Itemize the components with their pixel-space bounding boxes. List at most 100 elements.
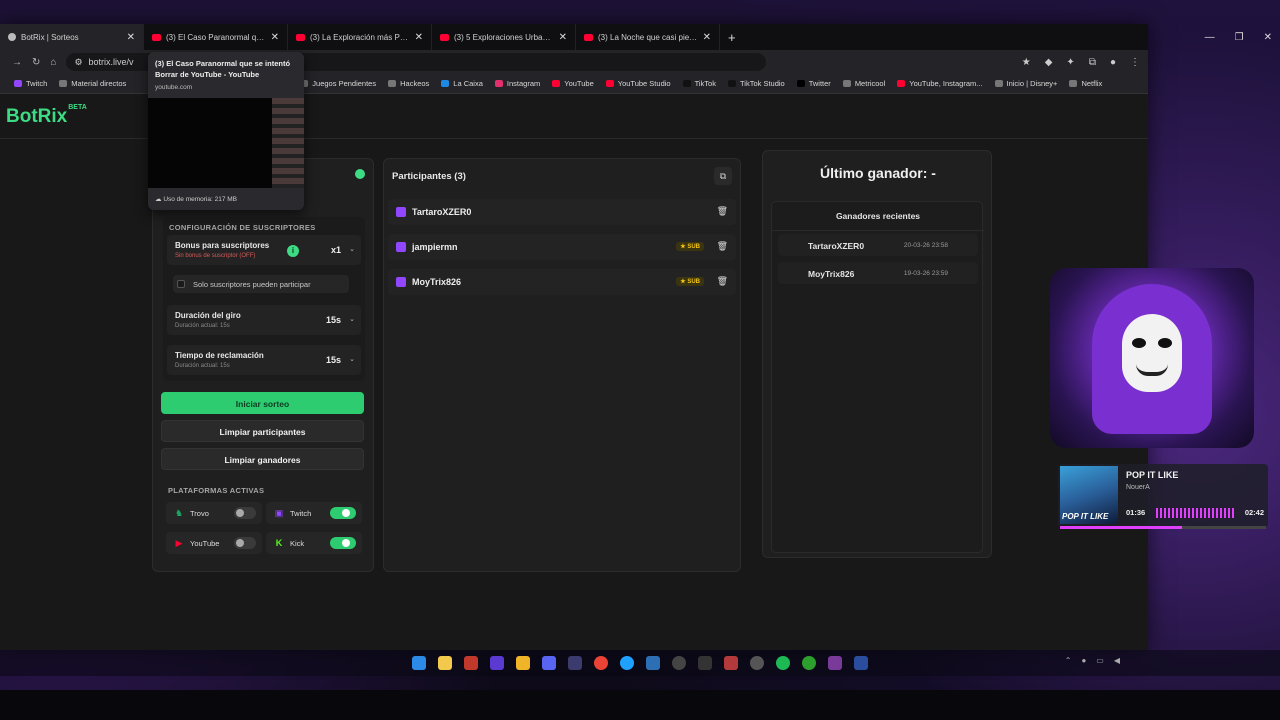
close-window-icon[interactable]: ✕: [1264, 32, 1272, 43]
mask-eye: [1158, 338, 1172, 348]
song-progress-fill: [1060, 526, 1182, 529]
copy-icon[interactable]: ⧉: [714, 167, 732, 185]
app-icon[interactable]: [646, 656, 660, 670]
puzzle-icon[interactable]: ⧉: [1089, 57, 1096, 68]
tab-title: BotRix | Sorteos: [21, 32, 79, 42]
trash-icon[interactable]: 🗑: [717, 276, 728, 287]
youtube-toggle[interactable]: [234, 537, 256, 549]
chevron-down-icon[interactable]: ⌄: [349, 355, 355, 363]
discord-icon[interactable]: [542, 656, 556, 670]
participant-row: MoyTrix826 ★ SUB 🗑: [388, 269, 736, 295]
now-playing-widget: POP IT LIKE POP IT LIKE NouerA 01:36 02:…: [1058, 464, 1268, 529]
bookmark-tiktok-studio[interactable]: TikTok Studio: [727, 79, 785, 88]
settings-icon[interactable]: [750, 656, 764, 670]
trash-icon[interactable]: 🗑: [717, 206, 728, 217]
maximize-icon[interactable]: ❐: [1235, 32, 1244, 43]
profile-icon[interactable]: ●: [1110, 57, 1116, 68]
bookmark-twitch[interactable]: Twitch: [14, 79, 47, 88]
trash-icon[interactable]: 🗑: [717, 241, 728, 252]
app-icon[interactable]: [828, 656, 842, 670]
info-icon[interactable]: [355, 169, 365, 179]
bookmark-hackeos[interactable]: Hackeos: [388, 79, 429, 88]
bonus-select[interactable]: x1: [331, 245, 341, 255]
app-icon[interactable]: [854, 656, 868, 670]
tab-youtube-4[interactable]: (3) La Noche que casi pierde la ✕: [576, 24, 720, 50]
bookmark-metricool[interactable]: Metricool: [842, 79, 885, 88]
close-icon[interactable]: ✕: [559, 32, 567, 43]
only-subs-checkbox[interactable]: [177, 280, 185, 288]
app-icon[interactable]: [724, 656, 738, 670]
only-subs-checkbox-row[interactable]: Solo suscriptores pueden participar: [173, 275, 349, 293]
claim-select[interactable]: 15s: [326, 355, 341, 365]
bookmark-la-caixa[interactable]: La Caixa: [441, 79, 483, 88]
extension-icon[interactable]: ✦: [1066, 57, 1074, 68]
new-tab-button[interactable]: +: [720, 30, 744, 45]
tab-youtube-3[interactable]: (3) 5 Exploraciones Urbanas qu ✕: [432, 24, 576, 50]
home-icon[interactable]: ⌂: [50, 57, 56, 68]
bookmark-youtube-studio[interactable]: YouTube Studio: [605, 79, 671, 88]
start-raffle-button[interactable]: Iniciar sorteo: [161, 392, 364, 414]
close-icon[interactable]: ✕: [271, 32, 279, 43]
close-icon[interactable]: ✕: [703, 32, 711, 43]
xbox-icon[interactable]: [802, 656, 816, 670]
chrome-icon[interactable]: [594, 656, 608, 670]
bookmark-juegos-pendientes[interactable]: Juegos Pendientes: [300, 79, 376, 88]
tab-youtube-1[interactable]: (3) El Caso Paranormal que se in ✕: [144, 24, 288, 50]
bookmark-youtube-instagram[interactable]: YouTube, Instagram...: [897, 79, 983, 88]
bookmark-material-directos[interactable]: Material directos: [59, 79, 126, 88]
trovo-toggle[interactable]: [234, 507, 256, 519]
forward-icon[interactable]: →: [12, 57, 22, 68]
folder-icon[interactable]: [516, 656, 530, 670]
claim-time-row: Tiempo de reclamación Duración actual: 1…: [167, 345, 361, 375]
bookmark-label: Instagram: [506, 79, 541, 88]
bookmark-disney[interactable]: Inicio | Disney+: [994, 79, 1057, 88]
bookmark-netflix[interactable]: Netflix: [1069, 79, 1102, 88]
bookmark-youtube[interactable]: YouTube: [552, 79, 594, 88]
reload-icon[interactable]: ↻: [32, 57, 40, 68]
app-icon[interactable]: [464, 656, 478, 670]
star-icon[interactable]: ★: [1022, 57, 1031, 68]
bookmark-label: Material directos: [71, 79, 127, 88]
minimize-icon[interactable]: —: [1205, 32, 1215, 43]
brand-logo[interactable]: BotRixBETA: [6, 104, 87, 128]
twitch-icon: [14, 80, 22, 87]
waveform-visualizer: [1156, 508, 1236, 518]
obs-icon[interactable]: [672, 656, 686, 670]
claim-title: Tiempo de reclamación: [175, 351, 264, 360]
youtube-studio-icon: [605, 80, 614, 87]
claim-subtitle: Duración actual: 15s: [175, 363, 230, 369]
chevron-up-icon[interactable]: ⌃: [1065, 656, 1072, 665]
close-icon[interactable]: ✕: [127, 32, 135, 43]
twitch-toggle[interactable]: [330, 507, 356, 519]
network-icon[interactable]: ▭: [1096, 656, 1104, 665]
last-winner-title: Último ganador: -: [820, 165, 936, 181]
windows-start-icon[interactable]: [412, 656, 426, 670]
explorer-icon[interactable]: [438, 656, 452, 670]
spin-select[interactable]: 15s: [326, 315, 341, 325]
bookmark-tiktok[interactable]: TikTok: [682, 79, 716, 88]
tab-botrix[interactable]: BotRix | Sorteos ✕: [0, 24, 144, 50]
menu-icon[interactable]: ⋮: [1130, 57, 1140, 68]
kick-toggle[interactable]: [330, 537, 356, 549]
close-icon[interactable]: ✕: [415, 32, 423, 43]
winner-row: TartaroXZER0 20-03-26 23:58: [778, 234, 978, 256]
clear-participants-button[interactable]: Limpiar participantes: [161, 420, 364, 442]
bookmark-instagram[interactable]: Instagram: [494, 79, 541, 88]
chevron-down-icon[interactable]: ⌄: [349, 315, 355, 323]
app-icon[interactable]: [490, 656, 504, 670]
edge-icon[interactable]: [620, 656, 634, 670]
shield-icon[interactable]: ◆: [1045, 57, 1053, 68]
spotify-icon[interactable]: [776, 656, 790, 670]
app-icon[interactable]: [568, 656, 582, 670]
participants-card: Participantes (3) ⧉ TartaroXZER0 🗑 jampi…: [383, 158, 741, 572]
app-icon[interactable]: [698, 656, 712, 670]
clear-winners-button[interactable]: Limpiar ganadores: [161, 448, 364, 470]
participant-row: jampiermn ★ SUB 🗑: [388, 234, 736, 260]
chevron-down-icon[interactable]: ⌄: [349, 245, 355, 253]
site-info-icon[interactable]: ⚙: [74, 57, 82, 68]
info-icon[interactable]: i: [287, 245, 299, 257]
microphone-icon[interactable]: ●: [1081, 656, 1086, 665]
bookmark-twitter[interactable]: Twitter: [796, 79, 831, 88]
tab-youtube-2[interactable]: (3) La Exploración más Peligros ✕: [288, 24, 432, 50]
volume-icon[interactable]: ◀: [1114, 656, 1120, 665]
